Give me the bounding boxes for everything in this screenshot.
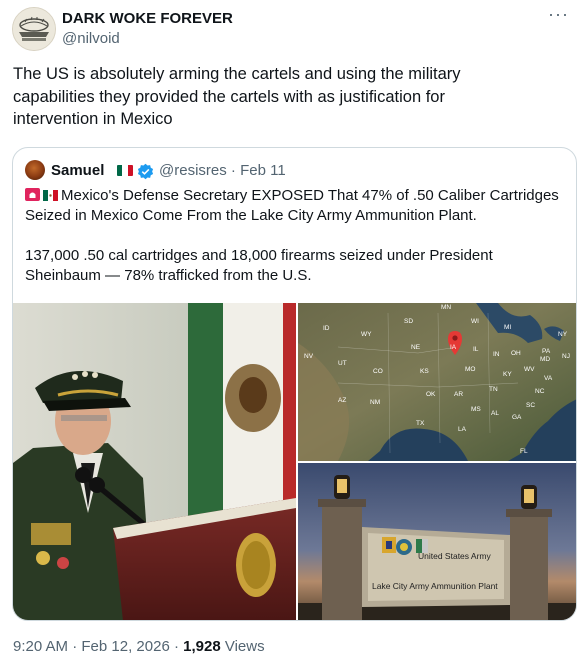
map-label: TX — [416, 420, 425, 427]
map-label: OH — [511, 350, 521, 357]
quoted-date[interactable]: · Feb 11 — [231, 162, 286, 179]
photo-defense-secretary[interactable] — [13, 303, 296, 620]
map-label: MS — [471, 406, 481, 413]
mexico-flag-icon — [117, 165, 133, 176]
tweet-text: The US is absolutely arming the cartels … — [13, 65, 461, 128]
map-label: NJ — [562, 353, 570, 360]
post-time[interactable]: 9:20 AM — [13, 638, 68, 655]
map-label: WI — [471, 318, 479, 325]
map-label: ID — [323, 325, 330, 332]
map-united-states[interactable]: MN SD WI MI NY ID WY NE IA IL IN OH PA M… — [298, 303, 576, 461]
map-label: LA — [458, 426, 467, 433]
map-label: CO — [373, 368, 383, 375]
map-label: KY — [503, 371, 512, 378]
views-label: Views — [220, 638, 265, 655]
mexico-flag-icon — [43, 190, 58, 201]
quoted-tweet-text: Mexico's Defense Secretary EXPOSED That … — [25, 186, 570, 286]
map-label: PA — [542, 348, 551, 355]
map-label: KS — [420, 368, 429, 375]
separator: · — [169, 638, 184, 655]
map-label: NV — [304, 353, 314, 360]
quoted-line-1: Mexico's Defense Secretary EXPOSED That … — [25, 187, 559, 224]
map-label: TN — [489, 386, 498, 393]
sign-line-2: Lake City Army Ammunition Plant — [372, 581, 498, 591]
quoted-author-handle[interactable]: @resisres — [159, 162, 227, 179]
quoted-handle-date[interactable]: @resisres · Feb 11 — [159, 162, 286, 179]
separator: · — [68, 638, 82, 655]
author-avatar[interactable] — [12, 7, 56, 51]
map-label: FL — [520, 448, 528, 455]
map-label: IN — [493, 351, 500, 358]
more-options-icon[interactable]: ··· — [548, 4, 569, 25]
view-count[interactable]: 1,928 — [183, 638, 221, 655]
map-label: AR — [454, 391, 463, 398]
map-label: IA — [450, 344, 457, 351]
quoted-tweet[interactable]: Samuel @resisres · Feb 11 Mexico's Defen… — [12, 147, 577, 621]
map-label: UT — [338, 360, 347, 367]
author-handle[interactable]: @nilvoid — [62, 30, 120, 47]
quoted-author-name[interactable]: Samuel — [51, 162, 104, 179]
map-label: GA — [512, 414, 522, 421]
map-label: MO — [465, 366, 475, 373]
siren-icon — [25, 188, 40, 201]
map-label: NC — [535, 388, 545, 395]
tweet: DARK WOKE FOREVER @nilvoid ··· The US is… — [0, 0, 585, 661]
map-label: NE — [411, 344, 421, 351]
tweet-meta: 9:20 AM · Feb 12, 2026 · 1,928 Views — [13, 638, 265, 655]
map-label: AL — [491, 410, 499, 417]
sign-line-1: United States Army — [418, 551, 492, 561]
map-label: VA — [544, 375, 553, 382]
map-label: NY — [558, 331, 568, 338]
map-label: MD — [540, 356, 550, 363]
map-label: SD — [404, 318, 413, 325]
post-date[interactable]: Feb 12, 2026 — [81, 638, 169, 655]
map-label: WY — [361, 331, 372, 338]
map-label: SC — [526, 402, 535, 409]
map-label: WV — [524, 366, 535, 373]
quoted-line-2: 137,000 .50 cal cartridges and 18,000 fi… — [25, 247, 493, 284]
map-label: AZ — [338, 397, 346, 404]
map-label: NM — [370, 399, 380, 406]
verified-badge-icon — [137, 163, 154, 180]
map-label: MI — [504, 324, 511, 331]
map-label: IL — [473, 346, 479, 353]
photo-lake-city-sign[interactable]: United States Army Lake City Army Ammuni… — [298, 463, 576, 620]
map-label: MN — [441, 304, 451, 311]
author-name[interactable]: DARK WOKE FOREVER — [62, 10, 233, 27]
quoted-author-avatar[interactable] — [25, 160, 45, 180]
map-label: OK — [426, 391, 436, 398]
